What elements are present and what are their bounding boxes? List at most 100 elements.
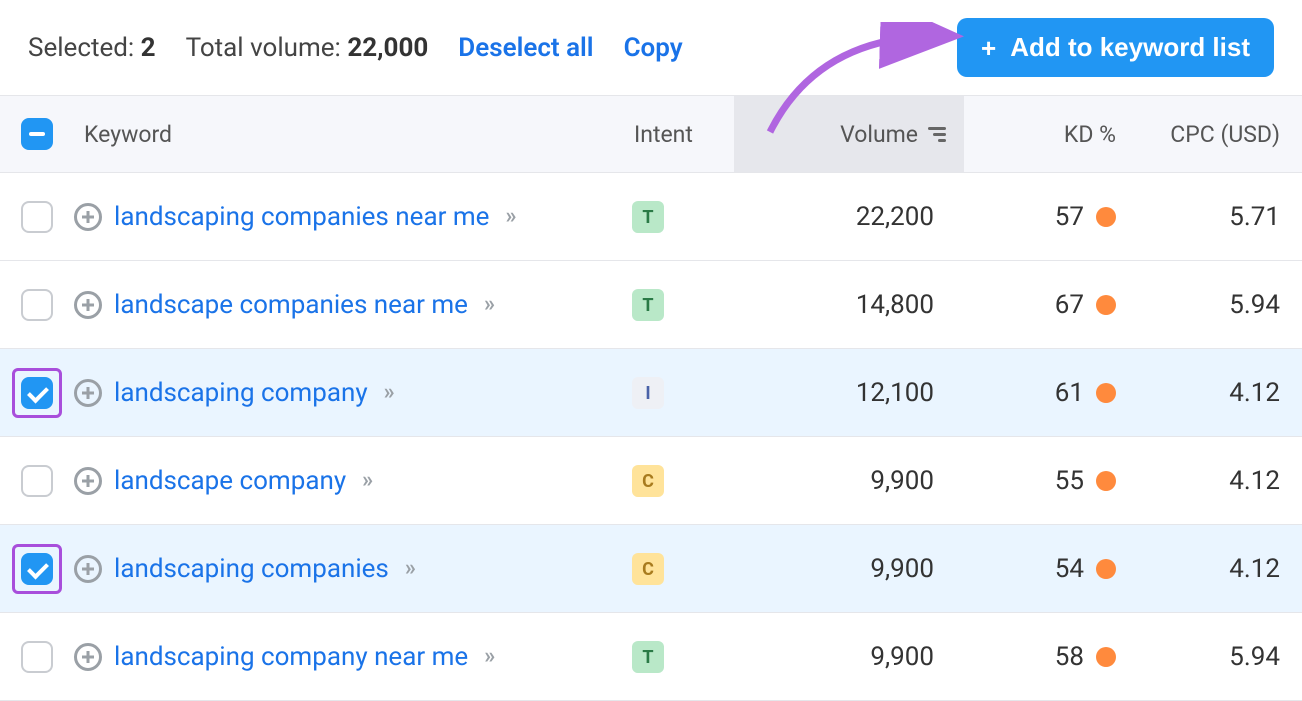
selected-count: 2 bbox=[141, 33, 156, 63]
column-header-kd[interactable]: KD % bbox=[964, 121, 1134, 148]
intent-cell: T bbox=[614, 640, 734, 674]
column-header-intent[interactable]: Intent bbox=[614, 121, 734, 148]
kd-cell: 67 bbox=[964, 290, 1134, 320]
kd-difficulty-dot-icon bbox=[1096, 647, 1116, 667]
volume-label: Volume bbox=[840, 121, 918, 148]
add-button-label: Add to keyword list bbox=[1010, 32, 1250, 63]
keyword-link[interactable]: landscape company bbox=[114, 466, 346, 496]
column-header-volume[interactable]: Volume bbox=[734, 96, 964, 172]
keyword-cell: landscaping companies » bbox=[74, 554, 614, 584]
volume-cell: 9,900 bbox=[734, 466, 964, 496]
sort-desc-icon bbox=[928, 127, 946, 142]
intent-badge: T bbox=[632, 641, 664, 673]
kd-value: 67 bbox=[1055, 290, 1084, 320]
table-row: landscape company » C 9,900 55 4.12 bbox=[0, 437, 1302, 525]
keyword-cell: landscaping company » bbox=[74, 378, 614, 408]
volume-cell: 14,800 bbox=[734, 290, 964, 320]
volume-cell: 22,200 bbox=[734, 202, 964, 232]
chevron-right-icon[interactable]: » bbox=[484, 644, 491, 669]
table-row: landscaping companies near me » T 22,200 57 5… bbox=[0, 173, 1302, 261]
column-header-keyword[interactable]: Keyword bbox=[74, 121, 614, 148]
table-header-row: Keyword Intent Volume KD % CPC (USD) bbox=[0, 95, 1302, 173]
chevron-right-icon[interactable]: » bbox=[384, 380, 391, 405]
row-checkbox[interactable] bbox=[21, 553, 53, 585]
kd-difficulty-dot-icon bbox=[1096, 295, 1116, 315]
intent-badge: I bbox=[632, 377, 664, 409]
expand-icon[interactable] bbox=[74, 291, 102, 319]
kd-difficulty-dot-icon bbox=[1096, 559, 1116, 579]
kd-cell: 57 bbox=[964, 202, 1134, 232]
expand-icon[interactable] bbox=[74, 379, 102, 407]
kd-value: 55 bbox=[1055, 466, 1084, 496]
total-volume-value: 22,000 bbox=[347, 33, 428, 63]
intent-badge: T bbox=[632, 201, 664, 233]
kd-difficulty-dot-icon bbox=[1096, 383, 1116, 403]
expand-icon[interactable] bbox=[74, 555, 102, 583]
intent-badge: C bbox=[632, 553, 664, 585]
cpc-cell: 5.71 bbox=[1134, 202, 1302, 232]
select-all-checkbox[interactable] bbox=[21, 118, 53, 150]
copy-link[interactable]: Copy bbox=[624, 33, 683, 63]
cpc-cell: 5.94 bbox=[1134, 290, 1302, 320]
volume-cell: 12,100 bbox=[734, 378, 964, 408]
keyword-link[interactable]: landscaping company near me bbox=[114, 642, 468, 672]
kd-value: 58 bbox=[1055, 642, 1084, 672]
table-row: landscaping companies » C 9,900 54 4.12 bbox=[0, 525, 1302, 613]
intent-badge: C bbox=[632, 465, 664, 497]
column-header-cpc[interactable]: CPC (USD) bbox=[1134, 121, 1302, 148]
row-checkbox[interactable] bbox=[21, 465, 53, 497]
intent-cell: T bbox=[614, 288, 734, 322]
chevron-right-icon[interactable]: » bbox=[505, 204, 512, 229]
cpc-cell: 4.12 bbox=[1134, 466, 1302, 496]
keyword-cell: landscape company » bbox=[74, 466, 614, 496]
keyword-link[interactable]: landscaping companies bbox=[114, 554, 389, 584]
keyword-cell: landscaping company near me » bbox=[74, 642, 614, 672]
kd-value: 57 bbox=[1055, 202, 1084, 232]
volume-cell: 9,900 bbox=[734, 554, 964, 584]
row-checkbox[interactable] bbox=[21, 201, 53, 233]
kd-cell: 54 bbox=[964, 554, 1134, 584]
chevron-right-icon[interactable]: » bbox=[405, 556, 412, 581]
intent-cell: T bbox=[614, 200, 734, 234]
kd-value: 54 bbox=[1055, 554, 1084, 584]
chevron-right-icon[interactable]: » bbox=[484, 292, 491, 317]
expand-icon[interactable] bbox=[74, 467, 102, 495]
kd-difficulty-dot-icon bbox=[1096, 471, 1116, 491]
row-checkbox[interactable] bbox=[21, 377, 53, 409]
cpc-cell: 4.12 bbox=[1134, 378, 1302, 408]
volume-cell: 9,900 bbox=[734, 642, 964, 672]
keyword-link[interactable]: landscaping company bbox=[114, 378, 368, 408]
keyword-cell: landscaping companies near me » bbox=[74, 202, 614, 232]
expand-icon[interactable] bbox=[74, 203, 102, 231]
kd-cell: 55 bbox=[964, 466, 1134, 496]
expand-icon[interactable] bbox=[74, 643, 102, 671]
row-checkbox[interactable] bbox=[21, 289, 53, 321]
table-row: landscape companies near me » T 14,800 67 5.9… bbox=[0, 261, 1302, 349]
selected-count-stat: Selected: 2 bbox=[28, 33, 156, 63]
selected-label: Selected: bbox=[28, 33, 134, 63]
chevron-right-icon[interactable]: » bbox=[362, 468, 369, 493]
keyword-link[interactable]: landscaping companies near me bbox=[114, 202, 489, 232]
keyword-link[interactable]: landscape companies near me bbox=[114, 290, 468, 320]
checkbox-highlight bbox=[12, 544, 62, 594]
checkbox-highlight bbox=[12, 368, 62, 418]
selection-toolbar: Selected: 2 Total volume: 22,000 Deselec… bbox=[0, 0, 1302, 95]
table-row: landscaping company near me » T 9,900 58 5.94 bbox=[0, 613, 1302, 701]
kd-cell: 58 bbox=[964, 642, 1134, 672]
cpc-cell: 5.94 bbox=[1134, 642, 1302, 672]
total-volume-label: Total volume: bbox=[186, 33, 341, 63]
intent-cell: I bbox=[614, 376, 734, 410]
table-row: landscaping company » I 12,100 61 4.12 bbox=[0, 349, 1302, 437]
kd-cell: 61 bbox=[964, 378, 1134, 408]
cpc-cell: 4.12 bbox=[1134, 554, 1302, 584]
intent-cell: C bbox=[614, 464, 734, 498]
intent-badge: T bbox=[632, 289, 664, 321]
intent-cell: C bbox=[614, 552, 734, 586]
add-to-keyword-list-button[interactable]: + Add to keyword list bbox=[957, 18, 1274, 77]
row-checkbox[interactable] bbox=[21, 641, 53, 673]
kd-value: 61 bbox=[1055, 378, 1084, 408]
keyword-cell: landscape companies near me » bbox=[74, 290, 614, 320]
total-volume-stat: Total volume: 22,000 bbox=[186, 33, 429, 63]
deselect-all-link[interactable]: Deselect all bbox=[458, 33, 593, 63]
plus-icon: + bbox=[981, 35, 996, 61]
